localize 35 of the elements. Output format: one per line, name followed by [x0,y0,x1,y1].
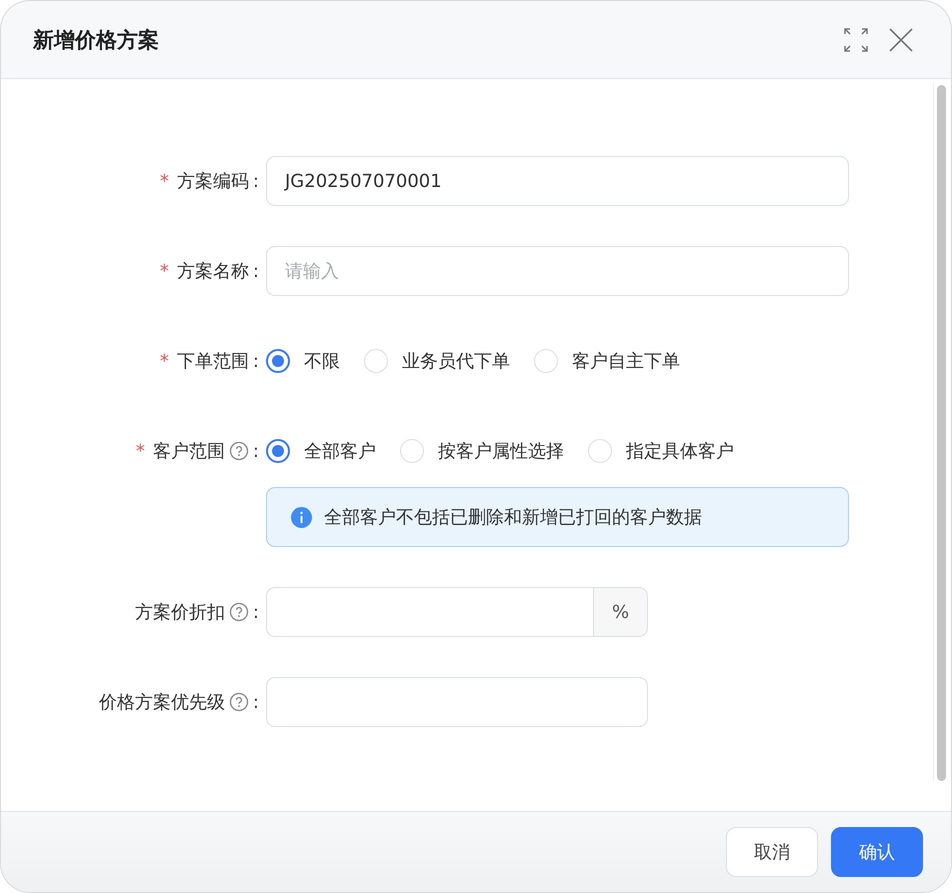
label-colon: : [252,602,259,622]
confirm-button[interactable]: 确认 [831,827,923,877]
cancel-button[interactable]: 取消 [726,827,818,877]
label-colon: : [252,170,259,192]
required-mark: * [160,260,169,282]
field-label: 方案价折扣 [134,601,225,624]
required-mark: * [160,350,169,372]
radio-option[interactable]: 客户自主下单 [534,349,680,373]
close-icon[interactable] [889,28,913,52]
radio-option[interactable]: 指定具体客户 [588,439,734,463]
text-field[interactable] [266,677,648,727]
label-colon: : [252,440,259,462]
radio-option[interactable]: 按客户属性选择 [400,439,564,463]
scrollbar[interactable] [933,83,947,781]
label-colon: : [252,350,259,372]
text-field[interactable]: 请输入 [266,246,849,296]
text-field[interactable]: JG202507070001 [266,156,849,206]
label-colon: : [252,692,259,712]
required-mark: * [160,170,169,192]
field-label: 下单范围 [176,350,249,373]
dialog-title: 新增价格方案 [33,26,160,54]
field-label: 方案名称 [176,260,249,283]
field-label: 客户范围 [152,440,225,463]
required-mark: * [136,440,145,462]
field-label: 价格方案优先级 [98,691,225,714]
field-label: 方案编码 [176,170,249,193]
unit-suffix: % [593,587,648,637]
radio-option[interactable]: 不限 [266,349,340,373]
radio-option[interactable]: 业务员代下单 [364,349,510,373]
label-colon: : [252,260,259,282]
notice-text: 全部客户不包括已删除和新增已打回的客户数据 [324,506,702,529]
info-icon [291,506,312,528]
percent-field[interactable] [266,587,593,637]
radio-option[interactable]: 全部客户 [266,439,376,463]
fullscreen-icon[interactable] [843,26,869,52]
